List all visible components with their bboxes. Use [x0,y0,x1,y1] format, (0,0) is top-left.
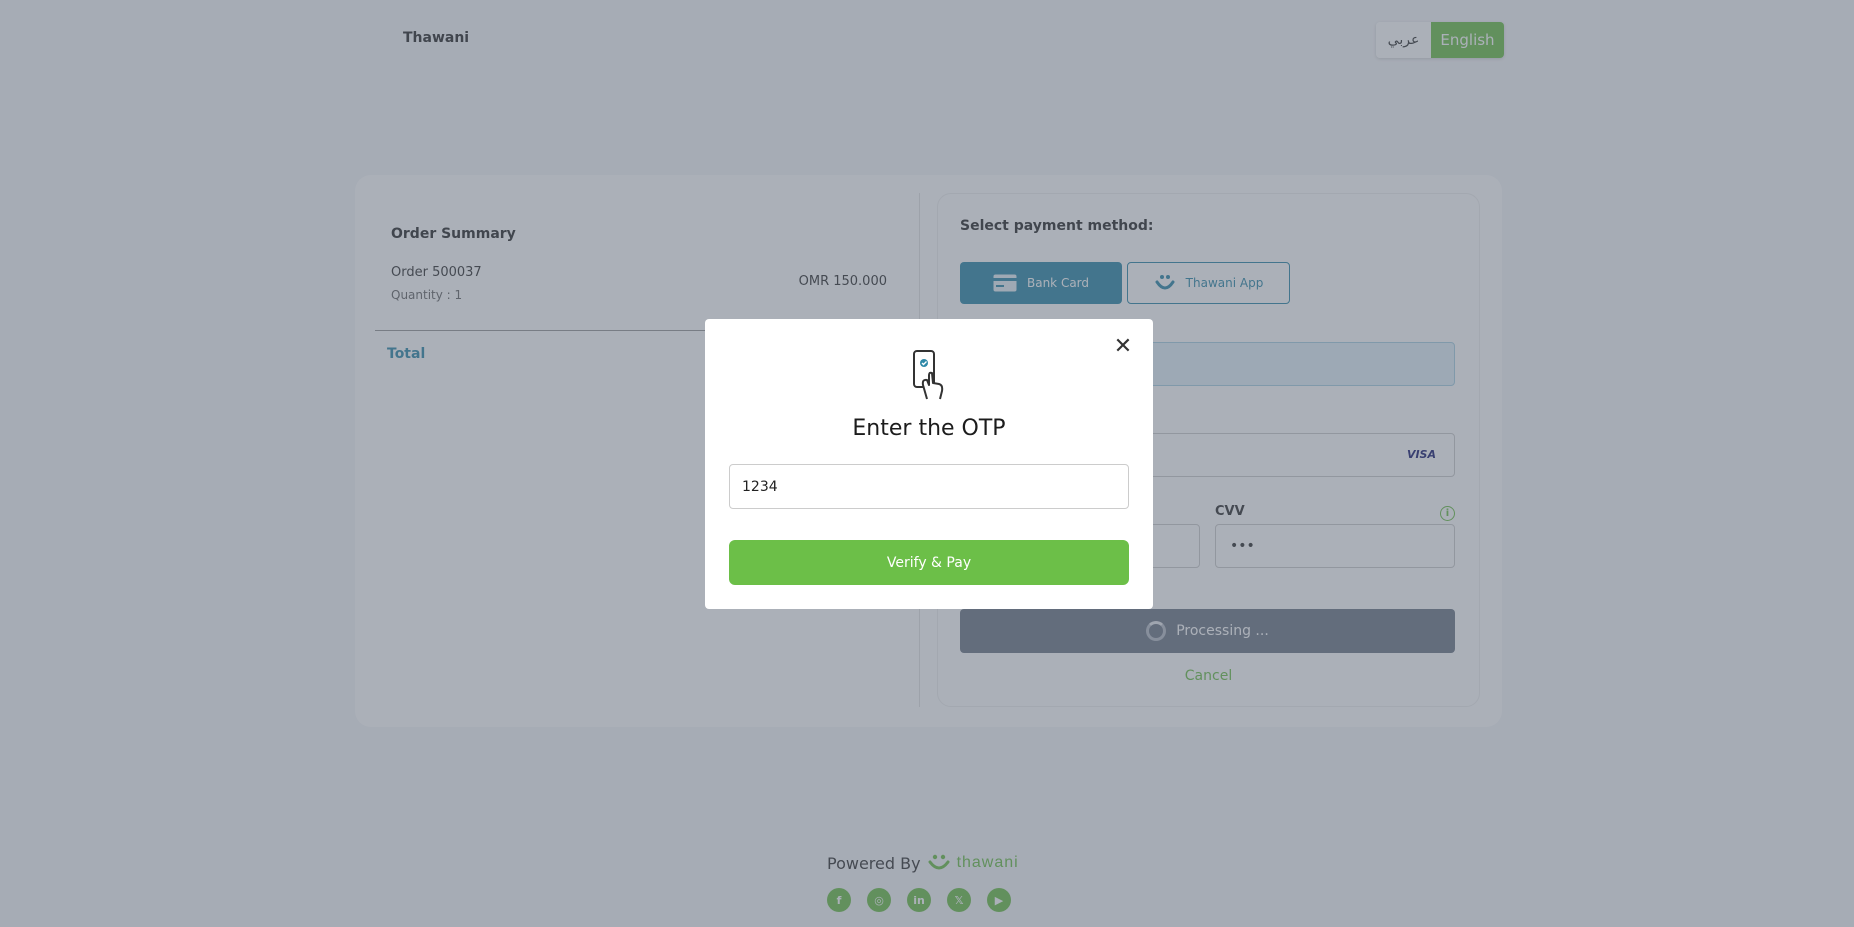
close-icon[interactable]: ✕ [1111,335,1135,359]
otp-title: Enter the OTP [852,416,1006,441]
otp-input[interactable] [729,464,1129,509]
verify-pay-button[interactable]: Verify & Pay [729,540,1129,585]
otp-modal: ✕ Enter the OTP Verify & Pay [705,319,1153,609]
phone-otp-icon [913,350,944,400]
